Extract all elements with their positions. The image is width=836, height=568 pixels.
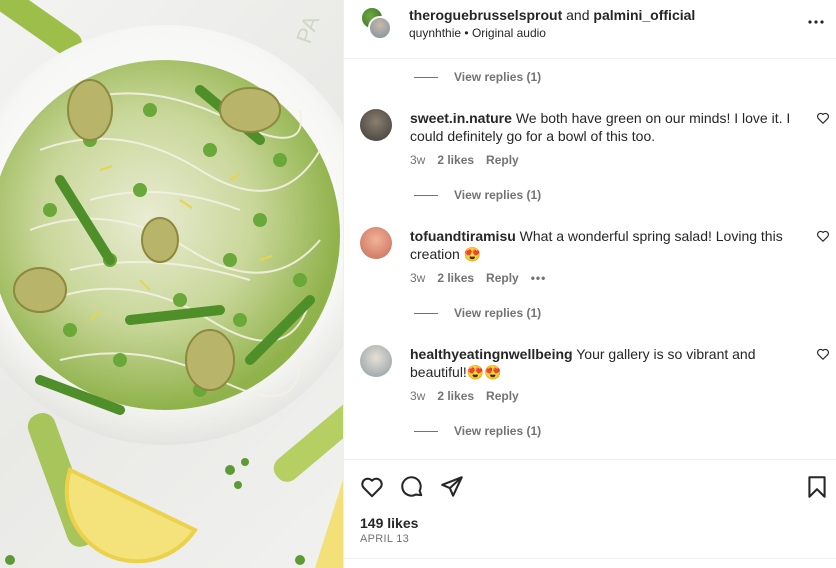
comments-list: View replies (1) sweet.in.nature We both… [344, 59, 836, 459]
view-replies-link[interactable]: View replies (1) [414, 422, 541, 440]
heart-icon[interactable] [359, 474, 385, 500]
comment-likes-link[interactable]: 2 likes [437, 271, 474, 285]
heart-icon[interactable] [816, 229, 830, 243]
comment-age: 3w [410, 271, 426, 285]
comment-username[interactable]: tofuandtiramisu [410, 228, 516, 244]
comment-username[interactable]: healthyeatingnwellbeing [410, 346, 573, 362]
comment-meta: 3w 2 likes Reply [410, 153, 531, 167]
view-replies-link[interactable]: View replies (1) [414, 68, 541, 86]
reply-divider [414, 76, 438, 78]
comment-likes-link[interactable]: 2 likes [437, 389, 474, 403]
avatar[interactable] [360, 227, 392, 259]
audio-user-link[interactable]: quynhthie [409, 26, 461, 40]
subtitle-separator: • [464, 26, 469, 40]
post-date[interactable]: APRIL 13 [360, 533, 409, 545]
comment-meta: 3w 2 likes Reply [410, 389, 531, 403]
comment-age: 3w [410, 389, 426, 403]
comment-options-button[interactable]: ••• [531, 271, 547, 285]
avatar[interactable] [360, 345, 392, 377]
heart-icon[interactable] [816, 111, 830, 125]
comment-meta: 3w 2 likes Reply ••• [410, 271, 558, 285]
svg-text:PA: PA [291, 12, 324, 47]
avatar[interactable] [360, 109, 392, 141]
comment-username[interactable]: sweet.in.nature [410, 110, 512, 126]
salad-photo-illustration: PA [0, 0, 343, 568]
audio-link[interactable]: Original audio [472, 26, 546, 40]
reply-divider [414, 312, 438, 314]
bookmark-icon[interactable] [804, 474, 830, 500]
post-authors: theroguebrusselsprout and palmini_offici… [409, 7, 695, 23]
reply-button[interactable]: Reply [486, 153, 519, 167]
reply-divider [414, 194, 438, 196]
reply-button[interactable]: Reply [486, 271, 519, 285]
post-image: PA [0, 0, 343, 568]
comment-body: healthyeatingnwellbeing Your gallery is … [410, 345, 805, 381]
author-link-2[interactable]: palmini_official [593, 7, 695, 23]
author-joiner: and [566, 7, 590, 23]
post-details-panel: theroguebrusselsprout and palmini_offici… [343, 0, 836, 568]
comment-body: sweet.in.nature We both have green on ou… [410, 109, 805, 145]
more-options-button[interactable] [806, 12, 826, 32]
post-subtitle: quynhthie • Original audio [409, 26, 546, 40]
comment-icon[interactable] [399, 474, 425, 500]
comment-body: tofuandtiramisu What a wonderful spring … [410, 227, 805, 263]
view-replies-label: View replies (1) [454, 70, 542, 84]
heart-icon[interactable] [816, 347, 830, 361]
likes-count[interactable]: 149 likes [360, 515, 418, 531]
post-actions: 149 likes APRIL 13 [344, 459, 836, 568]
view-replies-label: View replies (1) [454, 424, 542, 438]
view-replies-link[interactable]: View replies (1) [414, 186, 541, 204]
avatar[interactable] [368, 16, 392, 40]
post-header: theroguebrusselsprout and palmini_offici… [344, 0, 836, 59]
comment-age: 3w [410, 153, 426, 167]
reply-divider [414, 430, 438, 432]
more-horizontal-icon [808, 20, 824, 24]
view-replies-link[interactable]: View replies (1) [414, 304, 541, 322]
view-replies-label: View replies (1) [454, 306, 542, 320]
divider [344, 558, 836, 559]
reply-button[interactable]: Reply [486, 389, 519, 403]
view-replies-label: View replies (1) [454, 188, 542, 202]
collab-avatars[interactable] [360, 6, 392, 42]
send-icon[interactable] [439, 474, 465, 500]
author-link-1[interactable]: theroguebrusselsprout [409, 7, 562, 23]
comment-likes-link[interactable]: 2 likes [437, 153, 474, 167]
